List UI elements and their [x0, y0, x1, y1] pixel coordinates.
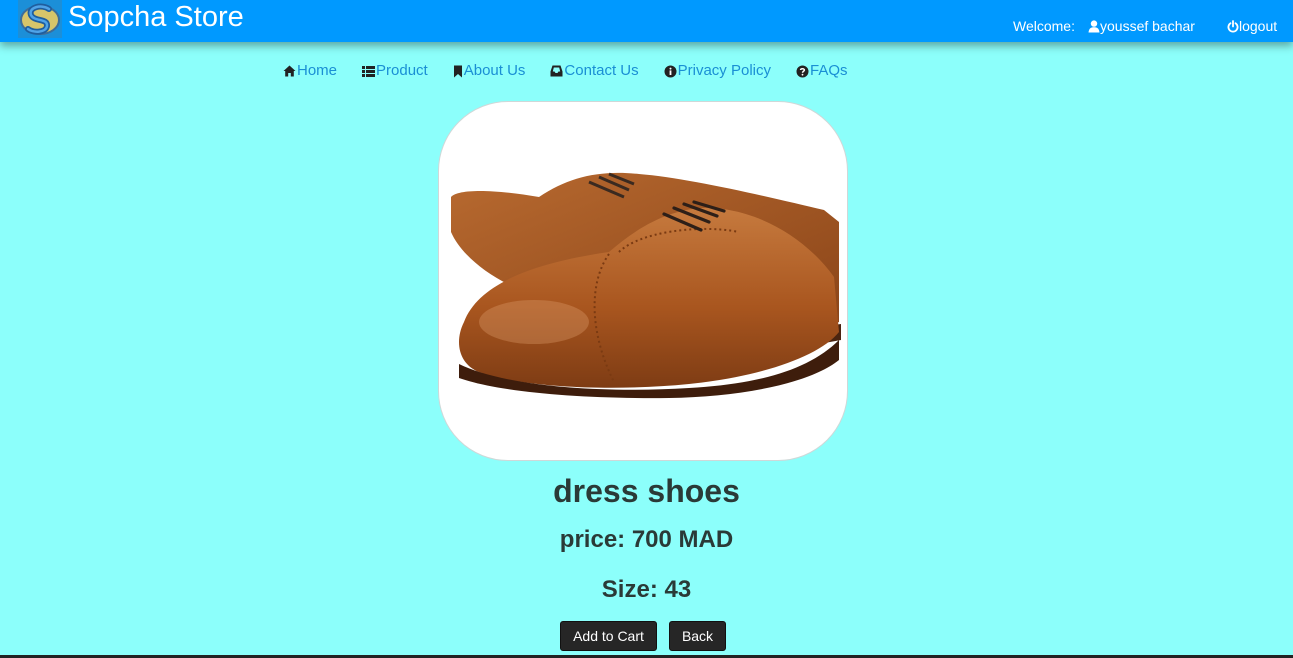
- add-to-cart-button[interactable]: Add to Cart: [560, 621, 657, 651]
- username-label: youssef bachar: [1100, 18, 1195, 34]
- logout-label: logout: [1239, 18, 1278, 34]
- nav-item-label: Privacy Policy: [677, 62, 771, 79]
- user-profile-link[interactable]: youssef bachar: [1088, 18, 1195, 34]
- nav-item-label: Contact Us: [564, 62, 639, 79]
- store-logo[interactable]: [18, 0, 62, 38]
- welcome-label: Welcome:: [1013, 18, 1075, 34]
- nav-item-label: Product: [376, 62, 428, 79]
- back-button[interactable]: Back: [669, 621, 726, 651]
- nav-item-contact-us[interactable]: Contact Us: [550, 62, 639, 80]
- user-icon: [1088, 19, 1100, 32]
- info-icon: [664, 65, 677, 78]
- top-navbar: Sopcha Store Welcome: youssef bachar log…: [0, 0, 1293, 42]
- dress-shoes-image: [451, 172, 841, 399]
- list-icon: [362, 65, 376, 77]
- nav-item-privacy-policy[interactable]: Privacy Policy: [664, 62, 771, 80]
- nav-item-label: Home: [297, 62, 338, 79]
- main-nav: Home Product About Us Contact Us Privacy…: [283, 62, 873, 80]
- product-size: Size: 43: [601, 576, 692, 603]
- product-name: dress shoes: [553, 473, 740, 509]
- inbox-icon: [550, 65, 563, 77]
- brand-title[interactable]: Sopcha Store: [68, 1, 244, 33]
- home-icon: [283, 65, 296, 77]
- store-logo-icon: [20, 3, 60, 35]
- question-icon: [796, 65, 809, 78]
- nav-item-faqs[interactable]: FAQs: [796, 62, 848, 80]
- logout-link[interactable]: logout: [1227, 18, 1277, 34]
- nav-item-home[interactable]: Home: [283, 62, 337, 80]
- product-image-frame: [438, 101, 848, 461]
- nav-item-label: FAQs: [809, 62, 848, 79]
- bookmark-icon: [453, 65, 463, 78]
- nav-item-label: About Us: [463, 62, 526, 79]
- product-price: price: 700 MAD: [559, 526, 734, 553]
- power-icon: [1227, 19, 1239, 33]
- nav-item-about-us[interactable]: About Us: [453, 62, 526, 80]
- nav-item-product[interactable]: Product: [362, 62, 428, 80]
